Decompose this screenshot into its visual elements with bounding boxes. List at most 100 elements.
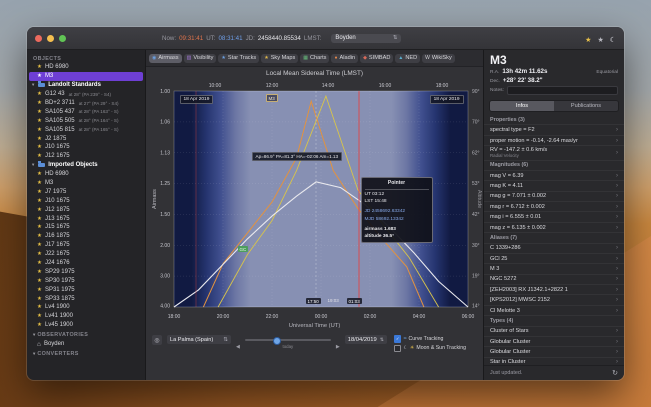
view-tab[interactable]: ◉ Airmass xyxy=(149,54,182,63)
property-row[interactable]: RV = -147.2 ± 0.6 km/s Radial Velocity xyxy=(484,146,624,160)
lmst-axis-ticks: 10:00 12:00 14:00 16:00 18:00 xyxy=(208,83,448,89)
airmass-chart[interactable]: Airmass Altitude xyxy=(148,78,482,322)
property-row[interactable]: Types (4) xyxy=(484,316,624,326)
zoom-button[interactable] xyxy=(59,35,66,42)
object-list-item[interactable]: J10 1675 xyxy=(27,196,145,205)
curve-tracking-checkbox[interactable] xyxy=(394,335,402,343)
object-list-item[interactable]: SP29 1975 xyxy=(27,267,145,276)
notes-field[interactable] xyxy=(507,86,618,95)
object-list-item[interactable]: SP33 1875 xyxy=(27,294,145,303)
object-list-item[interactable]: J15 1675 xyxy=(27,223,145,232)
object-list-item[interactable]: BD+2 3711 at 27° (PA 29° - S4) xyxy=(27,99,145,108)
object-list-item[interactable]: G12 43 at 28° (PA 239° - S4) xyxy=(27,90,145,99)
locate-icon[interactable] xyxy=(152,335,162,345)
tooltip-mjd: MJD 58692.13342 xyxy=(365,216,429,223)
object-list-item[interactable]: SA105 815 at 28° (PA 165° - S) xyxy=(27,125,145,134)
info-tab[interactable]: Infos xyxy=(490,101,554,111)
property-row[interactable]: Cl Melotte 3 xyxy=(484,306,624,316)
slider-right-button[interactable] xyxy=(336,335,340,353)
object-list-item[interactable]: Lv41 1900 xyxy=(27,312,145,321)
location-select[interactable]: La Palma (Spain) xyxy=(167,335,231,344)
object-list-item[interactable]: Landolt Standards xyxy=(27,81,145,90)
property-row[interactable]: mag i = 6.555 ± 0.01 xyxy=(484,212,624,222)
object-list-item[interactable]: J12 1675 xyxy=(27,152,145,161)
property-row[interactable]: NGC 5272 xyxy=(484,275,624,285)
object-list-item[interactable]: HD 6980 xyxy=(27,63,145,72)
object-list-item[interactable]: SA105 505 at 28° (PA 164° - S) xyxy=(27,116,145,125)
ut-value: 08:31:41 xyxy=(218,35,242,42)
property-row[interactable]: Star in Cluster xyxy=(484,358,624,365)
curve-tracking-toggle[interactable]: Curve Tracking xyxy=(394,335,466,343)
object-icon xyxy=(37,269,42,275)
date-field[interactable]: 18/04/2019 xyxy=(345,335,387,344)
property-row[interactable]: Magnitudes (6) xyxy=(484,161,624,171)
object-list-item[interactable]: J16 1875 xyxy=(27,232,145,241)
property-row[interactable]: Cluster of Stars xyxy=(484,327,624,337)
property-row[interactable]: mag K = 4.11 xyxy=(484,181,624,191)
close-button[interactable] xyxy=(35,35,42,42)
property-row[interactable]: Globular Cluster xyxy=(484,337,624,347)
object-label: G12 43 xyxy=(45,91,65,97)
property-row[interactable]: mag V = 6.39 xyxy=(484,171,624,181)
slider-thumb[interactable] xyxy=(273,337,281,345)
view-tab[interactable]: ▥ Visibility xyxy=(184,54,217,63)
object-list-item[interactable]: HD 6980 xyxy=(27,170,145,179)
object-label: J15 1675 xyxy=(45,224,70,230)
object-label: J10 1675 xyxy=(45,198,70,204)
info-tab-label: Publications xyxy=(571,103,601,109)
view-tab[interactable]: ★ Star Tracks xyxy=(218,54,259,63)
property-label: M 3 xyxy=(490,266,616,272)
property-row[interactable]: Aliases (7) xyxy=(484,233,624,243)
object-list-item[interactable]: J7 1975 xyxy=(27,187,145,196)
property-row[interactable]: [KPS2012] MWSC 2152 xyxy=(484,295,624,305)
time-slider[interactable]: today xyxy=(245,335,331,349)
property-row[interactable]: Properties (3) xyxy=(484,115,624,125)
object-list-item[interactable]: SA105 437 at 28° (PA 163° - S) xyxy=(27,107,145,116)
object-list-item[interactable]: J12 1875 xyxy=(27,205,145,214)
object-note: at 28° (PA 239° - S4) xyxy=(69,92,111,97)
property-row[interactable]: [ZEH2003] RX J1342.1+2822 1 xyxy=(484,285,624,295)
object-list-item[interactable]: SP31 1975 xyxy=(27,285,145,294)
observatory-list-item[interactable]: Boyden xyxy=(27,340,145,349)
object-label: SA105 437 xyxy=(45,109,75,115)
property-row[interactable]: Globular Cluster xyxy=(484,347,624,357)
info-tab[interactable]: Publications xyxy=(554,101,618,111)
property-row[interactable]: GCl 25 xyxy=(484,254,624,264)
dark-mode-moon-icon[interactable] xyxy=(610,29,616,47)
object-list-item[interactable]: SP30 1975 xyxy=(27,276,145,285)
property-row[interactable]: mag r = 6.712 ± 0.002 xyxy=(484,202,624,212)
object-list-item[interactable]: J10 1675 xyxy=(27,143,145,152)
slider-left-button[interactable] xyxy=(236,335,240,353)
object-list-item[interactable]: J17 1675 xyxy=(27,241,145,250)
property-row[interactable]: M 3 xyxy=(484,264,624,274)
object-list-item[interactable]: M3 xyxy=(29,72,143,81)
object-list-item[interactable]: M3 xyxy=(27,179,145,188)
property-row[interactable]: proper motion = -0.14, -2.64 mas/yr xyxy=(484,136,624,146)
view-tab[interactable]: ● Aladin xyxy=(331,54,358,63)
object-list-item[interactable]: Lv4 1900 xyxy=(27,303,145,312)
object-list-item[interactable]: Lv45 1900 xyxy=(27,321,145,330)
object-list-item[interactable]: J13 1675 xyxy=(27,214,145,223)
refresh-icon[interactable] xyxy=(612,369,618,377)
view-tab[interactable]: ◆ SIMBAD xyxy=(360,54,393,63)
moon-sun-tracking-checkbox[interactable] xyxy=(394,345,402,353)
property-row[interactable]: spectral type = F2 xyxy=(484,125,624,135)
object-list-item[interactable]: J24 1676 xyxy=(27,259,145,268)
object-list-item[interactable]: J2 1875 xyxy=(27,134,145,143)
object-icon xyxy=(37,233,42,239)
view-tab[interactable]: W WikiSky xyxy=(422,54,455,63)
minimize-button[interactable] xyxy=(47,35,54,42)
moon-sun-tracking-toggle[interactable]: Moon & Sun Tracking xyxy=(394,345,466,353)
view-tab[interactable]: ▦ Charts xyxy=(300,54,329,63)
object-list-item[interactable]: Imported Objects xyxy=(27,161,145,170)
favorite-star-icon[interactable] xyxy=(585,29,591,47)
star-icon[interactable] xyxy=(597,29,603,47)
date-stepper-icon[interactable] xyxy=(380,337,384,343)
view-tab[interactable]: ★ Sky Maps xyxy=(261,54,298,63)
property-row[interactable]: mag z = 6.135 ± 0.002 xyxy=(484,223,624,233)
site-select[interactable]: Boyden xyxy=(331,34,401,43)
property-row[interactable]: C 1339+286 xyxy=(484,244,624,254)
object-list-item[interactable]: J22 1675 xyxy=(27,250,145,259)
view-tab[interactable]: ▲ NED xyxy=(395,54,420,63)
property-row[interactable]: mag g = 7.071 ± 0.002 xyxy=(484,192,624,202)
